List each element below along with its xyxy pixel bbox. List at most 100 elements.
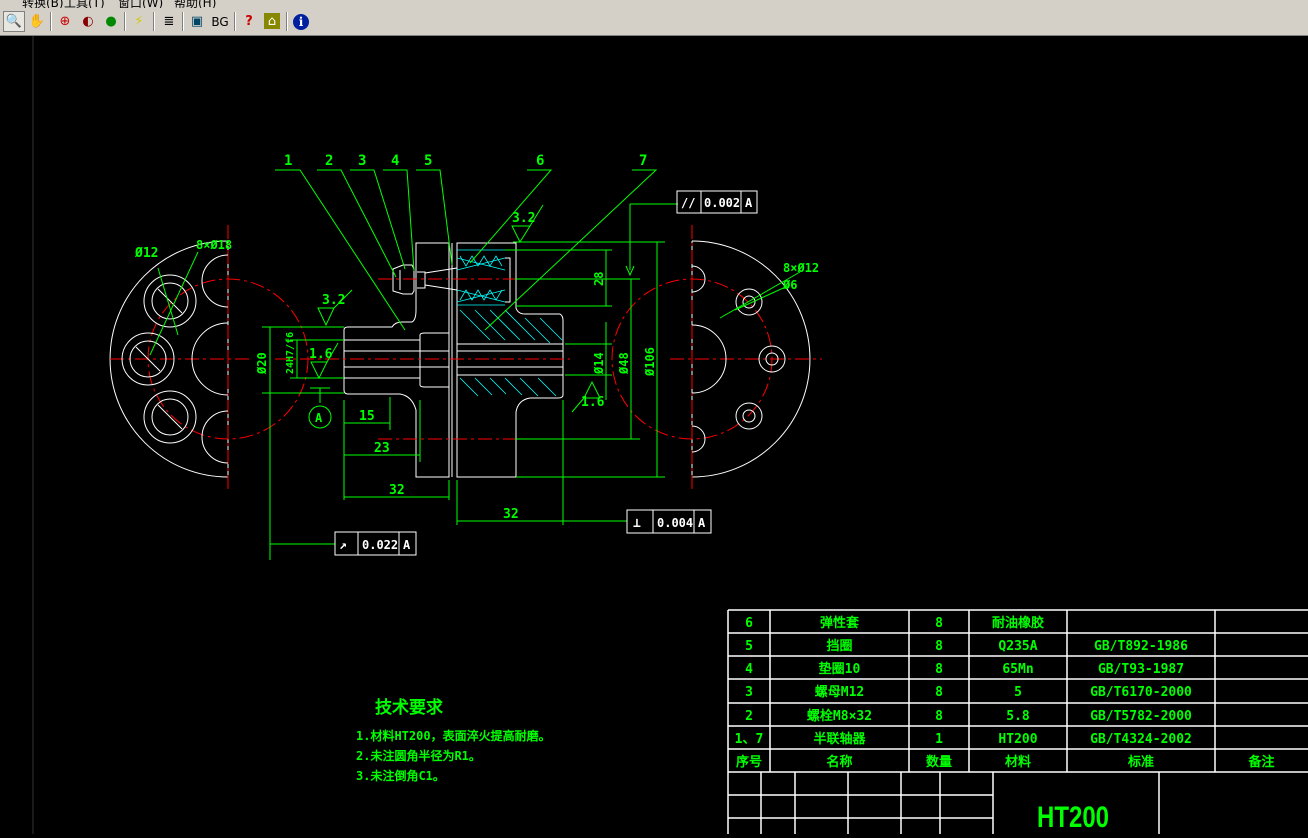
table-cell: 弹性套 (820, 615, 860, 631)
menu-bar: 转换(B) 工具(T) 窗口(W) 帮助(H) (0, 0, 1308, 10)
tolerance-parallel: // 0.002 A (676, 190, 758, 214)
ra-top: 3.2 (512, 211, 535, 226)
info-icon[interactable]: i (290, 11, 312, 32)
toolbar-separator (234, 12, 236, 31)
home-icon[interactable]: ⌂ (264, 13, 280, 29)
cad-drawing: Ø12 8×Ø18 8×Ø12 Ø6 1 2 3 4 5 6 7 3.2 3.2… (32, 36, 1308, 834)
technical-requirements: 技术要求 1.材料HT200，表面淬火提高耐磨。 2.未注圆角半径为R1。 3.… (356, 697, 551, 783)
balloon-3: 3 (358, 153, 366, 169)
dim-32-right: 32 (503, 507, 519, 522)
table-cell: 挡圈 (826, 638, 852, 654)
balloon-2: 2 (325, 153, 333, 169)
dim-holes-left: 8×Ø18 (196, 238, 232, 252)
drawing-canvas[interactable]: Ø12 8×Ø18 8×Ø12 Ø6 1 2 3 4 5 6 7 3.2 3.2… (0, 36, 1308, 834)
balloon-4: 4 (391, 153, 399, 169)
balloon-7: 7 (639, 153, 647, 169)
dim-d14: Ø14 (592, 352, 606, 375)
svg-text:A: A (698, 516, 706, 530)
balloon-6: 6 (536, 153, 544, 169)
dim-fit: 24H7/f6 (285, 332, 296, 374)
zoom-previous-icon[interactable]: ◐ (77, 11, 99, 32)
dim-d106: Ø106 (643, 347, 657, 377)
svg-text:↗: ↗ (339, 538, 347, 553)
ra-right: 1.6 (581, 395, 605, 410)
info-glyph: i (293, 13, 309, 30)
table-cell: 螺栓M8×32 (807, 708, 872, 724)
table-header-cell: 标准 (1127, 754, 1154, 770)
tech-line: 2.未注圆角半径为R1。 (356, 748, 481, 763)
dim-28: 28 (592, 272, 606, 286)
dim-23: 23 (374, 441, 390, 456)
datum-a: A (315, 411, 323, 425)
table-cell: 2 (745, 709, 753, 724)
background-icon[interactable]: BG (209, 11, 231, 32)
title-block-material: HT200 (1037, 801, 1109, 834)
toolbar-separator (182, 12, 184, 31)
table-cell: 5.8 (1006, 709, 1030, 724)
table-cell: GB/T4324-2002 (1090, 732, 1192, 747)
table-cell: GB/T5782-2000 (1090, 709, 1192, 724)
table-cell: 1 (935, 732, 943, 747)
ra-bore: 1.6 (309, 347, 333, 362)
tech-line: 1.材料HT200，表面淬火提高耐磨。 (356, 728, 551, 743)
table-cell: 3 (745, 685, 753, 700)
tech-line: 3.未注倒角C1。 (356, 768, 445, 783)
layers-icon[interactable]: ≣ (158, 11, 180, 32)
table-header-cell: 名称 (826, 754, 852, 770)
table-cell: 5 (1014, 685, 1022, 700)
dim-d12: Ø12 (134, 246, 158, 261)
table-cell: 4 (745, 662, 753, 677)
balloon-1: 1 (284, 153, 292, 169)
half-coupling-1 (343, 242, 450, 478)
tolerance-perpendicular: ⊥ 0.004 A (626, 509, 712, 534)
svg-text:0.002: 0.002 (704, 196, 740, 210)
table-cell: GB/T892-1986 (1094, 639, 1188, 654)
table-header-cell: 数量 (926, 754, 952, 770)
table-cell: 65Mn (1002, 662, 1033, 677)
svg-text://: // (681, 196, 695, 210)
table-cell: 5 (745, 639, 753, 654)
table-cell: 8 (935, 662, 943, 677)
dim-32-left: 32 (389, 483, 405, 498)
help-icon[interactable]: ? (238, 11, 260, 32)
left-end-view: Ø12 8×Ø18 (109, 225, 309, 490)
table-cell: 6 (745, 616, 753, 631)
view-3d-icon[interactable]: ● (100, 11, 122, 32)
toolbar-separator (153, 12, 155, 31)
toolbar: 🔍 ✋ ⊕ ◐ ● ⚡ ≣ ▣ BG ? ⌂ i (0, 8, 1308, 36)
svg-text:A: A (403, 538, 411, 552)
table-header-cell: 序号 (736, 754, 762, 770)
ra-left: 3.2 (322, 293, 345, 308)
zoom-window-icon[interactable]: 🔍 (3, 11, 25, 32)
table-header-cell: 材料 (1005, 754, 1031, 770)
measure-icon[interactable]: ⚡ (128, 11, 150, 32)
table-cell: 8 (935, 685, 943, 700)
dimensions: 3.2 3.2 1.6 1.6 A Ø20 24H7/f6 15 23 32 3… (255, 203, 678, 560)
table-cell: GB/T6170-2000 (1090, 685, 1192, 700)
dim-d6: Ø6 (782, 278, 797, 292)
bom-table: 6 弹性套 8 耐油橡胶 5 挡圈 8 Q235A GB/T892-1986 4 垫圈10 8 65Mn… (727, 609, 1308, 834)
dim-d20: Ø20 (255, 352, 269, 375)
frame-icon[interactable]: ▣ (186, 11, 208, 32)
table-cell: 8 (935, 616, 943, 631)
table-cell: 半联轴器 (813, 731, 866, 747)
table-cell: 螺母M12 (815, 684, 864, 700)
tolerance-runout: ↗ 0.022 A (334, 531, 417, 556)
table-cell: GB/T93-1987 (1098, 662, 1184, 677)
pan-hand-icon[interactable]: ✋ (26, 11, 48, 32)
table-cell: 垫圈10 (819, 661, 861, 677)
tech-title: 技术要求 (375, 697, 443, 718)
table-cell: HT200 (998, 732, 1037, 747)
svg-text:⊥: ⊥ (633, 516, 641, 531)
dim-15: 15 (359, 409, 375, 424)
zoom-in-icon[interactable]: ⊕ (54, 11, 76, 32)
toolbar-separator (286, 12, 288, 31)
table-cell: 8 (935, 709, 943, 724)
dim-holes-right: 8×Ø12 (783, 261, 819, 275)
table-header-cell: 备注 (1247, 754, 1274, 770)
table-cell: Q235A (998, 639, 1037, 654)
svg-text:A: A (745, 196, 753, 210)
balloon-5: 5 (424, 153, 432, 169)
toolbar-separator (124, 12, 126, 31)
table-cell: 8 (935, 639, 943, 654)
